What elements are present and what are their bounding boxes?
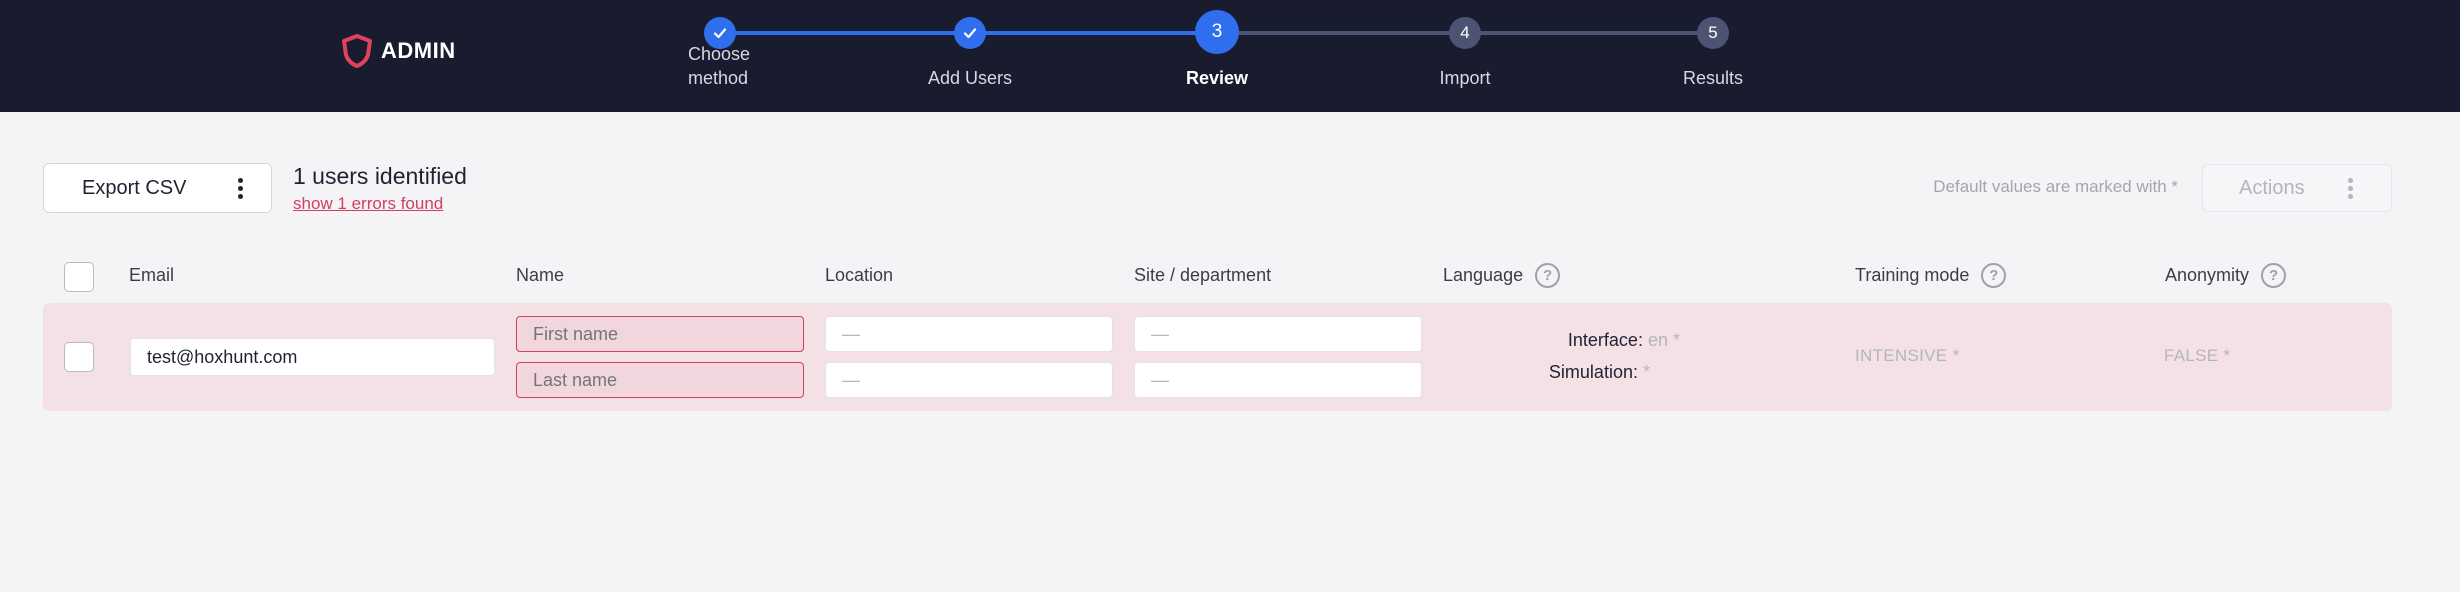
select-all-checkbox[interactable] xyxy=(64,262,94,292)
column-header-site: Site / department xyxy=(1134,265,1272,285)
step-3-circle[interactable]: 3 xyxy=(1195,10,1239,54)
column-header-email: Email xyxy=(129,265,175,285)
interface-label: Interface: xyxy=(1567,330,1643,350)
top-bar: ADMIN Choose method Add Users 3 Review 4… xyxy=(0,0,2460,112)
email-field[interactable] xyxy=(130,338,495,376)
step-2-label: Add Users xyxy=(927,68,1013,88)
default-values-note: Default values are marked with * xyxy=(1933,177,2178,196)
language-help-icon[interactable]: ? xyxy=(1535,263,1561,288)
export-csv-label: Export CSV xyxy=(82,176,187,199)
step-2-circle[interactable] xyxy=(954,17,986,49)
kebab-menu-icon xyxy=(2348,177,2353,199)
last-name-field[interactable] xyxy=(516,362,804,398)
location-field-2[interactable]: — xyxy=(825,362,1113,398)
show-errors-link[interactable]: show 1 errors found xyxy=(293,194,443,214)
simulation-value: * xyxy=(1642,362,1650,382)
step-5-label: Results xyxy=(1682,68,1744,88)
column-header-language: Language ? xyxy=(1443,263,1561,288)
interface-value: en * xyxy=(1647,330,1680,350)
training-mode-help-icon[interactable]: ? xyxy=(1981,263,2007,288)
column-header-training-mode: Training mode ? xyxy=(1855,263,2007,288)
step-5-circle[interactable]: 5 xyxy=(1697,17,1729,49)
first-name-field[interactable] xyxy=(516,316,804,352)
actions-button[interactable]: Actions xyxy=(2202,164,2392,212)
column-header-location: Location xyxy=(825,265,894,285)
simulation-label: Simulation: xyxy=(1548,362,1638,382)
logo-text: ADMIN xyxy=(381,38,456,63)
step-3-label: Review xyxy=(1185,68,1249,88)
training-mode-value[interactable]: INTENSIVE * xyxy=(1855,346,1959,366)
logo: ADMIN xyxy=(341,34,456,68)
step-1-label: Choose method xyxy=(688,44,751,88)
step-4-label: Import xyxy=(1439,68,1491,88)
actions-label: Actions xyxy=(2239,176,2305,199)
kebab-menu-icon[interactable] xyxy=(238,177,243,199)
site-field-1[interactable]: — xyxy=(1134,316,1422,352)
shield-logo-icon xyxy=(342,34,372,68)
check-icon xyxy=(713,28,727,39)
interface-language[interactable]: Interface: en * xyxy=(1530,330,1680,351)
simulation-language[interactable]: Simulation: * xyxy=(1500,362,1650,383)
site-field-2[interactable]: — xyxy=(1134,362,1422,398)
column-header-name: Name xyxy=(516,265,565,285)
check-icon xyxy=(963,28,977,39)
column-header-anonymity: Anonymity ? xyxy=(2165,263,2287,288)
export-csv-button[interactable]: Export CSV xyxy=(43,163,272,213)
users-identified-count: 1 users identified xyxy=(293,163,467,189)
anonymity-value[interactable]: FALSE * xyxy=(2164,346,2230,366)
row-checkbox[interactable] xyxy=(64,342,94,372)
anonymity-help-icon[interactable]: ? xyxy=(2261,263,2287,288)
location-field-1[interactable]: — xyxy=(825,316,1113,352)
step-4-circle[interactable]: 4 xyxy=(1449,17,1481,49)
